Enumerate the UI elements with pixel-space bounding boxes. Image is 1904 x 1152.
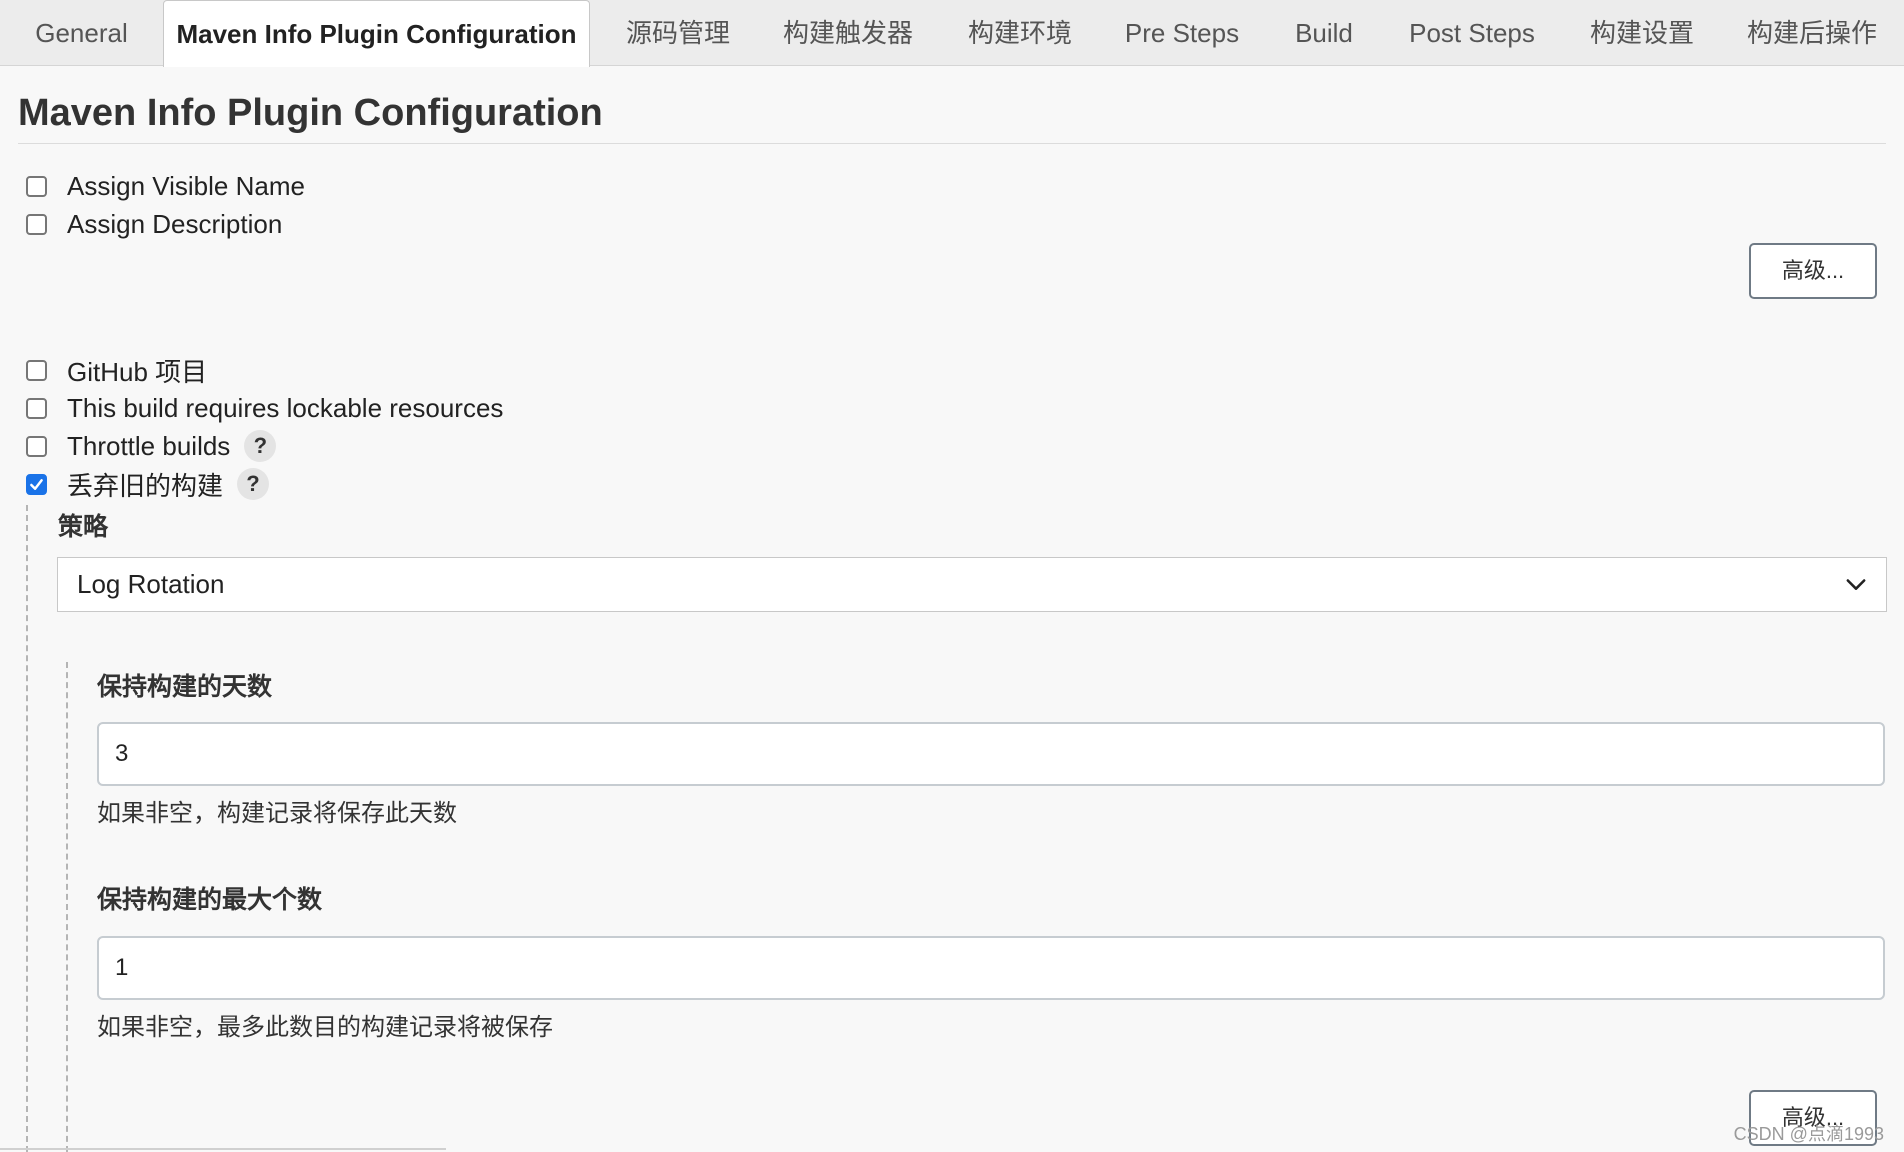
strategy-selected-value: Log Rotation (77, 569, 225, 599)
watermark: CSDN @点滴1993 (1733, 1124, 1884, 1144)
nested-strategy-guide (66, 662, 68, 1152)
max-builds-hint: 如果非空，最多此数目的构建记录将被保存 (97, 1014, 553, 1041)
max-builds-input[interactable]: 1 (97, 936, 1885, 1000)
strategy-label: 策略 (58, 513, 109, 541)
nested-section-guide (26, 505, 28, 1152)
github-project-checkbox[interactable] (26, 359, 47, 381)
max-builds-label: 保持构建的最大个数 (97, 886, 323, 914)
days-to-keep-input[interactable]: 3 (97, 722, 1885, 786)
assign-visible-name-option[interactable]: Assign Visible Name (24, 169, 305, 203)
lockable-resources-label: This build requires lockable resources (67, 392, 504, 423)
discard-old-builds-checkbox[interactable] (26, 473, 47, 495)
tab-post-build-actions[interactable]: 构建后操作 (1730, 0, 1894, 66)
assign-visible-name-label: Assign Visible Name (67, 170, 305, 201)
tab-bar: General Maven Info Plugin Configuration … (0, 0, 1904, 67)
checkmark-icon (30, 478, 43, 490)
assign-description-checkbox[interactable] (26, 213, 47, 235)
tab-build[interactable]: Build (1266, 0, 1382, 66)
throttle-builds-checkbox[interactable] (26, 435, 47, 457)
discard-old-builds-label: 丢弃旧的构建 (67, 470, 224, 501)
tab-post-steps[interactable]: Post Steps (1390, 0, 1554, 66)
assign-description-label: Assign Description (67, 208, 283, 239)
strategy-select[interactable]: Log Rotation (57, 557, 1887, 612)
tab-pre-steps[interactable]: Pre Steps (1108, 0, 1256, 66)
github-project-label: GitHub 项目 (67, 356, 208, 387)
tab-build-triggers[interactable]: 构建触发器 (766, 0, 930, 66)
github-project-option[interactable]: GitHub 项目 (24, 353, 207, 387)
assign-description-option[interactable]: Assign Description (24, 207, 282, 241)
tab-build-settings[interactable]: 构建设置 (1564, 0, 1720, 66)
chevron-down-icon (1846, 579, 1866, 590)
throttle-builds-label: Throttle builds (67, 430, 231, 461)
bottom-divider (0, 1148, 446, 1150)
tab-source-management[interactable]: 源码管理 (598, 0, 758, 66)
section-title: Maven Info Plugin Configuration (18, 92, 603, 134)
lockable-resources-checkbox[interactable] (26, 397, 47, 419)
tab-build-environment[interactable]: 构建环境 (940, 0, 1100, 66)
section-divider (18, 143, 1886, 144)
help-icon[interactable]: ? (237, 468, 270, 500)
throttle-builds-option[interactable]: Throttle builds ? (24, 429, 277, 463)
days-to-keep-label: 保持构建的天数 (97, 673, 273, 701)
help-icon[interactable]: ? (244, 430, 277, 462)
days-to-keep-hint: 如果非空，构建记录将保存此天数 (97, 800, 457, 827)
assign-visible-name-checkbox[interactable] (26, 175, 47, 197)
advanced-button[interactable]: 高级... (1749, 243, 1877, 299)
discard-old-builds-option[interactable]: 丢弃旧的构建 ? (24, 467, 270, 501)
lockable-resources-option[interactable]: This build requires lockable resources (24, 391, 503, 425)
tab-maven-info-plugin-configuration[interactable]: Maven Info Plugin Configuration (163, 0, 590, 67)
tab-general[interactable]: General (0, 0, 163, 66)
